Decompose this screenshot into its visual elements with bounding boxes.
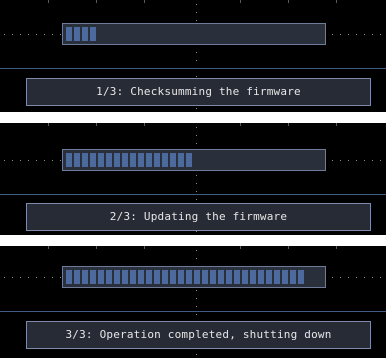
progress-bar — [62, 23, 326, 45]
progress-segment — [138, 153, 144, 167]
progress-segment — [290, 270, 296, 284]
progress-segment — [218, 270, 224, 284]
progress-segment — [82, 153, 88, 167]
progress-segment — [66, 153, 72, 167]
progress-segment — [90, 27, 96, 41]
progress-segment — [298, 270, 304, 284]
progress-segment — [194, 270, 200, 284]
progress-segment — [74, 153, 80, 167]
progress-segment — [186, 153, 192, 167]
progress-segment — [66, 270, 72, 284]
divider-line — [0, 68, 386, 69]
progress-segment — [170, 270, 176, 284]
progress-segment — [258, 270, 264, 284]
divider-line — [0, 194, 386, 195]
progress-segment — [162, 153, 168, 167]
progress-segment — [234, 270, 240, 284]
progress-segment — [90, 270, 96, 284]
progress-segment — [162, 270, 168, 284]
progress-segment — [178, 153, 184, 167]
progress-segment — [210, 270, 216, 284]
progress-segment — [178, 270, 184, 284]
progress-segment — [226, 270, 232, 284]
status-message: 1/3: Checksumming the firmware — [26, 78, 371, 106]
progress-segment — [186, 270, 192, 284]
progress-segment — [266, 270, 272, 284]
progress-segment — [106, 153, 112, 167]
divider-line — [0, 311, 386, 312]
progress-segment — [74, 27, 80, 41]
progress-bar — [62, 266, 326, 288]
progress-segment — [106, 270, 112, 284]
progress-segment — [146, 153, 152, 167]
progress-segment — [66, 27, 72, 41]
progress-segment — [130, 153, 136, 167]
progress-segment — [202, 270, 208, 284]
step-3-screen: 3/3: Operation completed, shutting down — [0, 246, 386, 358]
status-message: 3/3: Operation completed, shutting down — [26, 321, 371, 349]
progress-bar-fill — [66, 153, 192, 167]
progress-segment — [130, 270, 136, 284]
progress-segment — [122, 270, 128, 284]
progress-segment — [138, 270, 144, 284]
progress-segment — [282, 270, 288, 284]
step-1-screen: 1/3: Checksumming the firmware — [0, 0, 386, 112]
progress-segment — [98, 153, 104, 167]
progress-segment — [146, 270, 152, 284]
progress-segment — [98, 270, 104, 284]
progress-segment — [82, 27, 88, 41]
progress-segment — [114, 270, 120, 284]
progress-segment — [274, 270, 280, 284]
progress-segment — [250, 270, 256, 284]
progress-segment — [122, 153, 128, 167]
progress-segment — [90, 153, 96, 167]
progress-segment — [114, 153, 120, 167]
progress-segment — [154, 153, 160, 167]
progress-segment — [82, 270, 88, 284]
status-message: 2/3: Updating the firmware — [26, 203, 371, 231]
progress-bar-fill — [66, 27, 96, 41]
progress-segment — [154, 270, 160, 284]
progress-segment — [170, 153, 176, 167]
progress-segment — [242, 270, 248, 284]
progress-bar — [62, 149, 326, 171]
step-2-screen: 2/3: Updating the firmware — [0, 123, 386, 235]
progress-segment — [74, 270, 80, 284]
progress-bar-fill — [66, 270, 304, 284]
